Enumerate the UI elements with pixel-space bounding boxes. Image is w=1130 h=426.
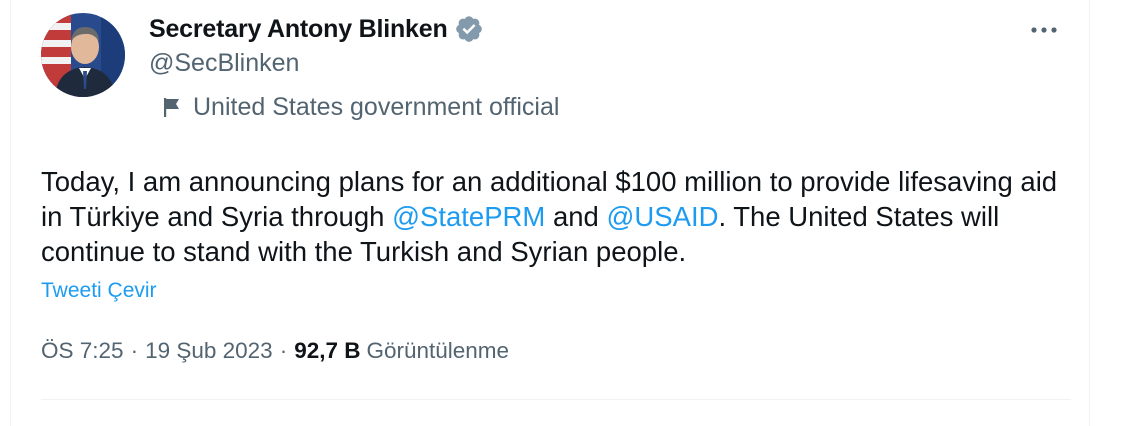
flag-icon [161,96,183,118]
tweet-text-part2: and [545,201,607,232]
avatar[interactable] [41,13,125,97]
views-label: Görüntülenme [366,338,510,363]
author-handle[interactable]: @SecBlinken [149,49,299,78]
author-name-row: Secretary Antony Blinken [149,13,484,45]
affiliation-text: United States government official [193,92,560,121]
verified-badge-icon[interactable] [454,14,484,44]
meta-separator: · [130,338,139,363]
tweet-text: Today, I am announcing plans for an addi… [41,164,1071,269]
meta-separator: · [279,338,288,363]
views-count[interactable]: 92,7 B [294,338,360,364]
author-display-name[interactable]: Secretary Antony Blinken [149,15,448,44]
tweet-metadata: ÖS 7:25 · 19 Şub 2023 · 92,7 B Görüntüle… [41,338,509,364]
more-options-icon[interactable] [1027,16,1061,44]
tweet-date[interactable]: 19 Şub 2023 [145,338,273,364]
avatar-image [41,13,125,97]
tweet-card: Secretary Antony Blinken @SecBlinken Uni… [10,0,1090,426]
mention-usaid-link[interactable]: @USAID [607,201,719,232]
divider [41,399,1071,400]
affiliation-label: United States government official [161,92,559,122]
translate-tweet-link[interactable]: Tweeti Çevir [41,279,157,303]
tweet-time[interactable]: ÖS 7:25 [41,338,124,364]
mention-stateprm-link[interactable]: @StatePRM [392,201,545,232]
